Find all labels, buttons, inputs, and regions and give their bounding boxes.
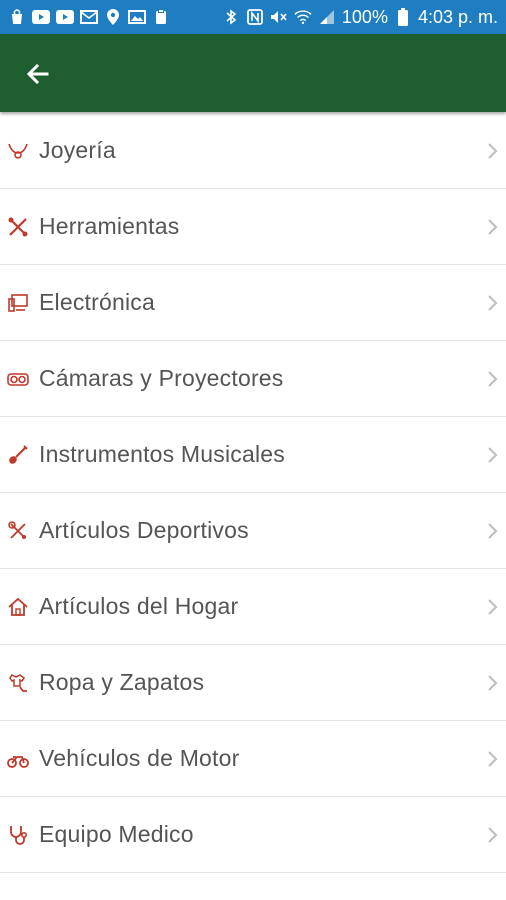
list-item-label: Electrónica	[39, 289, 155, 315]
motorcycle-icon	[7, 748, 29, 770]
chevron-right-icon	[488, 674, 498, 691]
list-item-label: Vehículos de Motor	[39, 745, 240, 771]
list-item-hogar[interactable]: Artículos del Hogar	[0, 569, 506, 645]
clipboard-icon	[152, 8, 170, 26]
jewelry-icon	[7, 140, 29, 162]
location-icon	[104, 8, 122, 26]
clothing-icon	[7, 672, 29, 694]
youtube-icon	[32, 8, 50, 26]
app-bar	[0, 34, 506, 112]
chevron-right-icon	[488, 522, 498, 539]
notification-icons	[8, 8, 170, 26]
back-button[interactable]	[22, 58, 54, 90]
list-item-label: Cámaras y Proyectores	[39, 365, 284, 391]
list-item-camaras[interactable]: Cámaras y Proyectores	[0, 341, 506, 417]
list-item-instrumentos[interactable]: Instrumentos Musicales	[0, 417, 506, 493]
list-item-label: Artículos del Hogar	[39, 593, 239, 619]
list-item-label: Equipo Medico	[39, 821, 194, 847]
list-item-joyeria[interactable]: Joyería	[0, 113, 506, 189]
chevron-right-icon	[488, 218, 498, 235]
list-item-label: Joyería	[39, 137, 116, 163]
list-item-label: Ropa y Zapatos	[39, 669, 205, 695]
list-item-herramientas[interactable]: Herramientas	[0, 189, 506, 265]
computer-icon	[7, 292, 29, 314]
signal-icon	[318, 8, 336, 26]
stethoscope-icon	[7, 824, 29, 846]
battery-icon	[394, 8, 412, 26]
sports-icon	[7, 520, 29, 542]
guitar-icon	[7, 444, 29, 466]
system-status: 100% 4:03 p. m.	[222, 7, 498, 28]
arrow-left-icon	[26, 63, 49, 85]
bluetooth-icon	[222, 8, 240, 26]
mute-icon	[270, 8, 288, 26]
battery-percent: 100%	[341, 6, 388, 27]
list-item-ropa[interactable]: Ropa y Zapatos	[0, 645, 506, 721]
list-item-electronica[interactable]: Electrónica	[0, 265, 506, 341]
list-item-deportivos[interactable]: Artículos Deportivos	[0, 493, 506, 569]
list-item-label: Herramientas	[39, 213, 180, 239]
chevron-right-icon	[488, 826, 498, 843]
list-item-medico[interactable]: Equipo Medico	[0, 797, 506, 873]
chevron-right-icon	[488, 446, 498, 463]
chevron-right-icon	[488, 598, 498, 615]
mail-icon	[80, 8, 98, 26]
nfc-icon	[246, 8, 264, 26]
chevron-right-icon	[488, 750, 498, 767]
camera-icon	[7, 368, 29, 390]
bag-icon	[8, 8, 26, 26]
category-list: Joyería Herramientas Electrónica Cámaras…	[0, 113, 506, 873]
list-item-vehiculos[interactable]: Vehículos de Motor	[0, 721, 506, 797]
clock: 4:03 p. m.	[417, 6, 498, 27]
status-bar: 100% 4:03 p. m.	[0, 0, 506, 34]
chevron-right-icon	[488, 370, 498, 387]
chevron-right-icon	[488, 294, 498, 311]
chevron-right-icon	[488, 142, 498, 159]
home-icon	[7, 596, 29, 618]
list-item-label: Artículos Deportivos	[39, 517, 249, 543]
tools-icon	[7, 216, 29, 238]
wifi-icon	[294, 8, 312, 26]
list-item-label: Instrumentos Musicales	[39, 441, 285, 467]
youtube-icon	[56, 8, 74, 26]
image-icon	[128, 8, 146, 26]
